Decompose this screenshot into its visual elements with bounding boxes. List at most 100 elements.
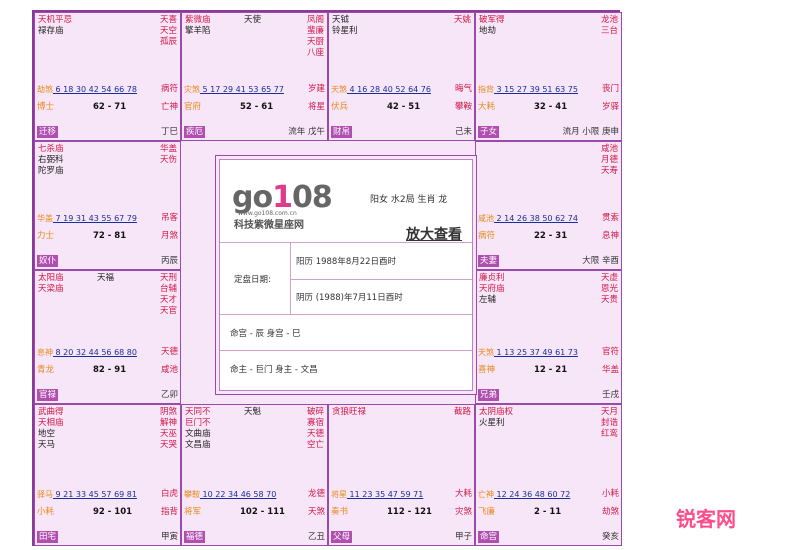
stars-center: 天魁 — [244, 407, 261, 418]
minor-star-label: 天德 — [306, 429, 324, 439]
decade-range: 12 - 21 — [534, 365, 568, 375]
right-top-star: 白虎 — [160, 489, 178, 499]
palace-name-si[interactable]: 迁移 — [37, 126, 59, 138]
decade-range: 62 - 71 — [93, 102, 127, 112]
age-key: 亡神 — [478, 490, 494, 499]
palace-cell-wei: 天钺 铃星利 天姚 天煞 4 16 28 40 52 64 76 晦气 伏兵 42 - 51… — [328, 12, 475, 141]
stem-branch: 乙卯 — [160, 390, 178, 400]
star-label: 火星利 — [479, 418, 505, 428]
age-row: 天煞 4 16 28 40 52 64 76 — [331, 84, 431, 95]
stars-right: 天刑 台辅 天才 天官 — [160, 273, 177, 317]
right-mid-star: 灾煞 — [454, 507, 472, 517]
age-numbers[interactable]: 1 13 25 37 49 61 73 — [494, 348, 578, 357]
palace-name-yin[interactable]: 田宅 — [37, 531, 59, 543]
minor-star-label: 天才 — [159, 295, 177, 305]
stars-right: 天喜 天空 孤辰 — [160, 15, 177, 48]
star-label: 破军得 — [479, 15, 505, 25]
right-top-star: 小耗 — [601, 489, 619, 499]
right-mid-star: 华盖 — [601, 365, 619, 375]
stars-center: 天使 — [244, 15, 261, 26]
star-label: 太阳庙 — [38, 273, 64, 283]
age-numbers[interactable]: 12 24 36 48 60 72 — [494, 490, 571, 499]
chart-center-panel: go108 www.go108.com.cn 科技紫微星座网 阳女 水2局 生肖… — [215, 155, 477, 395]
right-top-star: 贯索 — [601, 213, 619, 223]
star-label: 擎羊陷 — [185, 26, 211, 36]
minor-star-label: 天虚 — [600, 273, 618, 283]
age-row: 天煞 1 13 25 37 49 61 73 — [478, 347, 578, 358]
stem-branch: 己未 — [454, 127, 472, 137]
minor-star-label: 解神 — [159, 418, 177, 428]
palace-name-hai[interactable]: 命宫 — [478, 531, 500, 543]
right-top-star: 吊客 — [160, 213, 178, 223]
palace-name-chen[interactable]: 奴仆 — [37, 255, 59, 267]
watermark: 锐客网 — [676, 507, 736, 531]
zhu-row: 命主 - 巨门 身主 - 文昌 — [220, 350, 472, 391]
age-numbers[interactable]: 8 20 32 44 56 68 80 — [53, 348, 137, 357]
minor-star-label: 孤辰 — [159, 37, 177, 47]
stars-right: 龙池 三台 — [601, 15, 618, 37]
palace-name-zi[interactable]: 父母 — [331, 531, 353, 543]
decade-range: 112 - 121 — [387, 507, 432, 517]
palace-name-wu[interactable]: 疾厄 — [184, 126, 206, 138]
minor-star-label: 凤阁 — [306, 15, 324, 25]
center-inner: go108 www.go108.com.cn 科技紫微星座网 阳女 水2局 生肖… — [219, 159, 473, 391]
lunar-date: 阴历 (1988)年7月11日酉时 — [296, 293, 403, 303]
palace-cell-chen: 七杀庙 右弼科 陀罗庙 华盖 天伤 华盖 7 19 31 43 55 67 79 吊客 力士 7… — [34, 141, 181, 270]
right-mid-star: 咸池 — [160, 365, 178, 375]
minor-star-label: 天哭 — [159, 440, 177, 450]
star-label: 巨门不 — [185, 418, 211, 428]
age-numbers[interactable]: 11 23 35 47 59 71 — [347, 490, 424, 499]
minor-star-label: 阴煞 — [159, 407, 177, 417]
stem-branch: 丁巳 — [160, 127, 178, 137]
age-numbers[interactable]: 9 21 33 45 57 69 81 — [53, 490, 137, 499]
decade-range: 22 - 31 — [534, 231, 568, 241]
stars-right: 咸池 月德 天寿 — [601, 144, 618, 177]
palace-name-mao[interactable]: 官禄 — [37, 389, 59, 401]
age-key: 攀鞍 — [184, 490, 200, 499]
doctor-star: 病符 — [478, 231, 496, 241]
date-label: 定盘日期: — [234, 275, 271, 285]
palace-name-xu[interactable]: 兄弟 — [478, 389, 500, 401]
minor-star-label: 龙池 — [600, 15, 618, 25]
ming-shen-master: 命主 - 巨门 身主 - 文昌 — [230, 365, 318, 375]
palace-cell-si: 天机平忌 禄存庙 天喜 天空 孤辰 劫煞 6 18 30 42 54 66 78 病符 博士 6… — [34, 12, 181, 141]
right-top-star: 病符 — [160, 84, 178, 94]
right-mid-star: 将星 — [307, 102, 325, 112]
minor-star-label: 天厨 — [306, 37, 324, 47]
minor-star-label: 空亡 — [306, 440, 324, 450]
palace-name-wei[interactable]: 财帛 — [331, 126, 353, 138]
doctor-star: 飞廉 — [478, 507, 496, 517]
age-row: 灾煞 5 17 29 41 53 65 77 — [184, 84, 284, 95]
age-numbers[interactable]: 2 14 26 38 50 62 74 — [494, 214, 578, 223]
age-numbers[interactable]: 3 15 27 39 51 63 75 — [494, 85, 578, 94]
star-label: 天机平忌 — [38, 15, 73, 25]
right-mid-star: 天煞 — [307, 507, 325, 517]
palace-cell-mao: 太阳庙 天梁庙 天福 天刑 台辅 天才 天官 息神 8 20 32 44 56 68 80 天德… — [34, 270, 181, 404]
minor-star-label: 天空 — [159, 26, 177, 36]
minor-star-label: 破碎 — [306, 407, 324, 417]
palace-name-shen[interactable]: 子女 — [478, 126, 500, 138]
palace-cell-zi: 贪狼旺禄 截路 将星 11 23 35 47 59 71 大耗 奏书 112 - 121 灾… — [328, 404, 475, 546]
age-key: 息神 — [37, 348, 53, 357]
doctor-star: 大耗 — [478, 102, 496, 112]
date-section: 定盘日期: 阳历 1988年8月22日酉时 阴历 (1988)年7月11日酉时 — [220, 242, 472, 315]
palace-name-you[interactable]: 夫妻 — [478, 255, 500, 267]
stars-right: 天月 封诰 红鸾 — [601, 407, 618, 440]
age-numbers[interactable]: 7 19 31 43 55 67 79 — [53, 214, 137, 223]
age-numbers[interactable]: 5 17 29 41 53 65 77 — [200, 85, 284, 94]
site-brand: 科技紫微星座网 — [234, 220, 304, 231]
doctor-star: 青龙 — [37, 365, 55, 375]
age-numbers[interactable]: 10 22 34 46 58 70 — [200, 490, 277, 499]
age-numbers[interactable]: 4 16 28 40 52 64 76 — [347, 85, 431, 94]
decade-range: 82 - 91 — [93, 365, 127, 375]
star-label: 天钺 — [332, 15, 350, 25]
palace-name-chou[interactable]: 福德 — [184, 531, 206, 543]
stars-left: 破军得 地劫 — [479, 15, 505, 37]
stars-left: 太阳庙 天梁庙 — [38, 273, 64, 295]
doctor-star: 喜神 — [478, 365, 496, 375]
zoom-link[interactable]: 放大查看 — [406, 224, 462, 244]
doctor-star: 力士 — [37, 231, 55, 241]
minor-star-label: 天月 — [600, 407, 618, 417]
star-label: 天梁庙 — [38, 284, 64, 294]
age-numbers[interactable]: 6 18 30 42 54 66 78 — [53, 85, 137, 94]
